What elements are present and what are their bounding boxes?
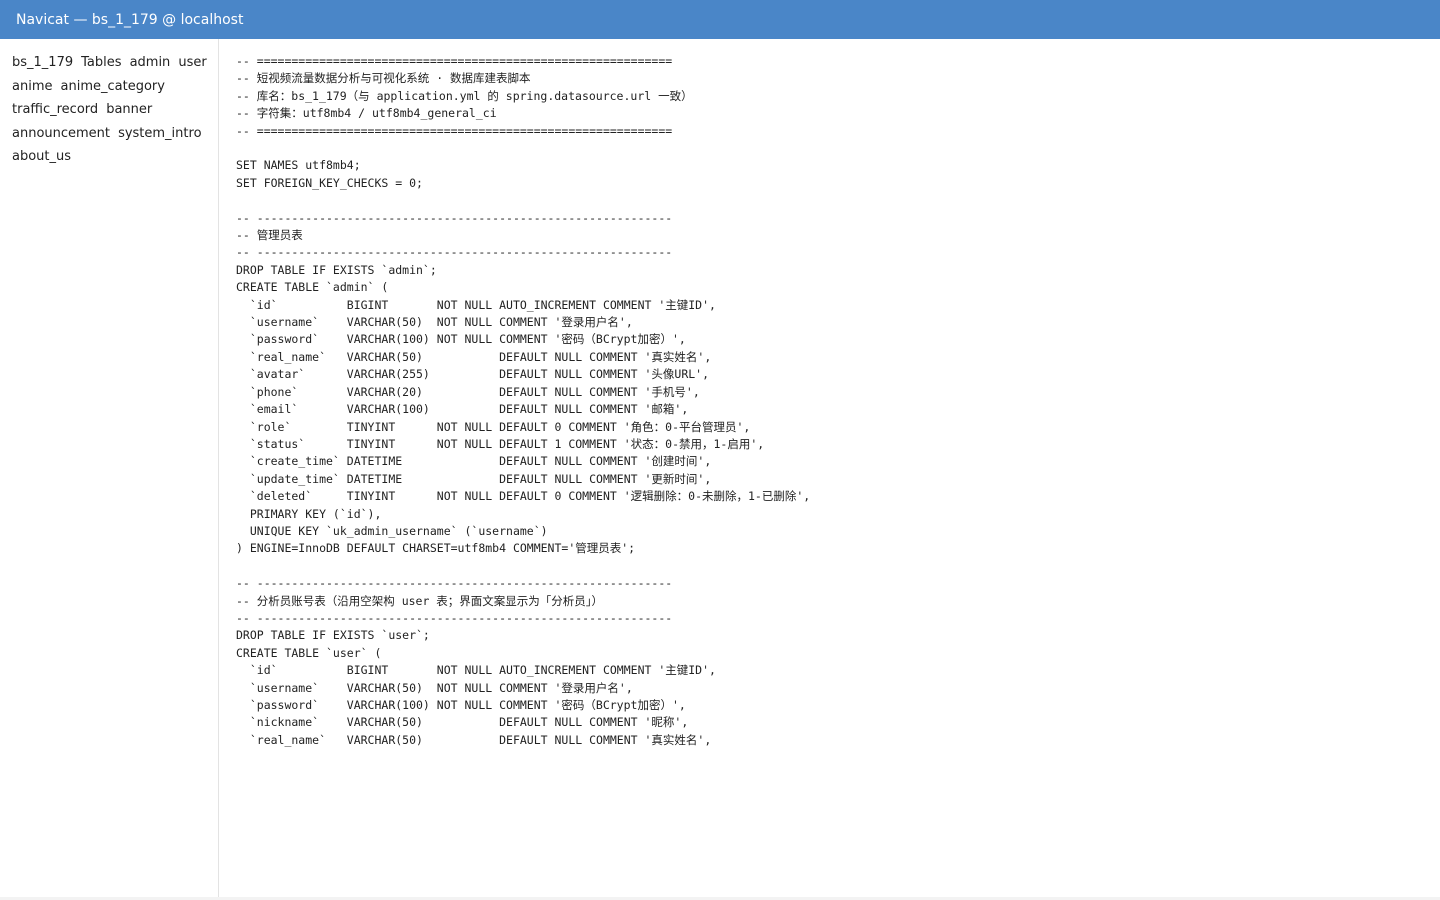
- sidebar-item-admin[interactable]: admin: [130, 55, 171, 70]
- code-line: `email` VARCHAR(100) DEFAULT NULL COMMEN…: [236, 402, 689, 417]
- sidebar-item-user[interactable]: user: [178, 55, 206, 70]
- code-line: SET FOREIGN_KEY_CHECKS = 0;: [236, 175, 423, 190]
- code-line: `deleted` TINYINT NOT NULL DEFAULT 0 COM…: [236, 489, 811, 504]
- sidebar-item-anime[interactable]: anime: [12, 79, 52, 94]
- code-line: `password` VARCHAR(100) NOT NULL COMMENT…: [236, 697, 686, 712]
- code-line: `nickname` VARCHAR(50) DEFAULT NULL COMM…: [236, 715, 689, 730]
- window-title: Navicat — bs_1_179 @ localhost: [16, 11, 244, 28]
- code-line: -- 分析员账号表（沿用空架构 user 表；界面文案显示为「分析员」）: [236, 593, 604, 608]
- code-line: DROP TABLE IF EXISTS `admin`;: [236, 262, 437, 277]
- code-line: CREATE TABLE `user` (: [236, 645, 382, 660]
- sidebar-item-database[interactable]: bs_1_179: [12, 55, 73, 70]
- code-line: `status` TINYINT NOT NULL DEFAULT 1 COMM…: [236, 436, 765, 451]
- code-line: -- 字符集：utf8mb4 / utf8mb4_general_ci: [236, 106, 497, 121]
- code-line: -- -------------------------------------…: [236, 610, 673, 625]
- code-line: `id` BIGINT NOT NULL AUTO_INCREMENT COMM…: [236, 297, 716, 312]
- code-line: UNIQUE KEY `uk_admin_username` (`usernam…: [236, 523, 548, 538]
- code-line: `id` BIGINT NOT NULL AUTO_INCREMENT COMM…: [236, 663, 716, 678]
- sidebar-item-tables[interactable]: Tables: [81, 55, 121, 70]
- code-line: -- =====================================…: [236, 54, 673, 68]
- sql-editor[interactable]: -- =====================================…: [220, 39, 1440, 897]
- sidebar-item-banner[interactable]: banner: [106, 102, 152, 117]
- code-line: `update_time` DATETIME DEFAULT NULL COMM…: [236, 471, 712, 486]
- sidebar-line: bs_1_179 Tables admin user: [12, 51, 218, 75]
- code-line: -- -------------------------------------…: [236, 245, 673, 260]
- sidebar: bs_1_179 Tables admin user anime anime_c…: [0, 39, 219, 897]
- code-line: `phone` VARCHAR(20) DEFAULT NULL COMMENT…: [236, 384, 700, 399]
- code-line: -- 管理员表: [236, 228, 303, 243]
- title-bar: Navicat — bs_1_179 @ localhost: [0, 0, 1440, 39]
- code-line: -- -------------------------------------…: [236, 210, 673, 225]
- sidebar-item-anime-category[interactable]: anime_category: [61, 79, 165, 94]
- code-line: `password` VARCHAR(100) NOT NULL COMMENT…: [236, 332, 686, 347]
- code-line: SET NAMES utf8mb4;: [236, 158, 361, 173]
- code-line: -- -------------------------------------…: [236, 576, 673, 591]
- sidebar-item-system-intro[interactable]: system_intro: [118, 126, 201, 141]
- code-line: -- 短视频流量数据分析与可视化系统 · 数据库建表脚本: [236, 71, 531, 86]
- sidebar-line: anime anime_category: [12, 75, 218, 99]
- code-line: ) ENGINE=InnoDB DEFAULT CHARSET=utf8mb4 …: [236, 541, 636, 556]
- code-line: `username` VARCHAR(50) NOT NULL COMMENT …: [236, 680, 633, 695]
- code-line: CREATE TABLE `admin` (: [236, 280, 389, 295]
- sidebar-line: traffic_record banner: [12, 98, 218, 122]
- code-line: -- 库名：bs_1_179（与 application.yml 的 sprin…: [236, 88, 693, 103]
- sql-code[interactable]: -- =====================================…: [220, 39, 1440, 749]
- code-line: `username` VARCHAR(50) NOT NULL COMMENT …: [236, 315, 633, 330]
- code-line: `role` TINYINT NOT NULL DEFAULT 0 COMMEN…: [236, 419, 751, 434]
- code-line: `avatar` VARCHAR(255) DEFAULT NULL COMME…: [236, 367, 710, 382]
- code-line: `create_time` DATETIME DEFAULT NULL COMM…: [236, 454, 712, 469]
- code-line: `real_name` VARCHAR(50) DEFAULT NULL COM…: [236, 732, 712, 747]
- sidebar-line: about_us: [12, 145, 218, 169]
- code-line: PRIMARY KEY (`id`),: [236, 506, 382, 521]
- code-line: -- =====================================…: [236, 123, 673, 138]
- code-line: DROP TABLE IF EXISTS `user`;: [236, 628, 430, 643]
- sidebar-item-about-us[interactable]: about_us: [12, 149, 71, 164]
- sidebar-line: announcement system_intro: [12, 122, 218, 146]
- code-line: `real_name` VARCHAR(50) DEFAULT NULL COM…: [236, 349, 712, 364]
- sidebar-item-announcement[interactable]: announcement: [12, 126, 110, 141]
- sidebar-item-traffic-record[interactable]: traffic_record: [12, 102, 98, 117]
